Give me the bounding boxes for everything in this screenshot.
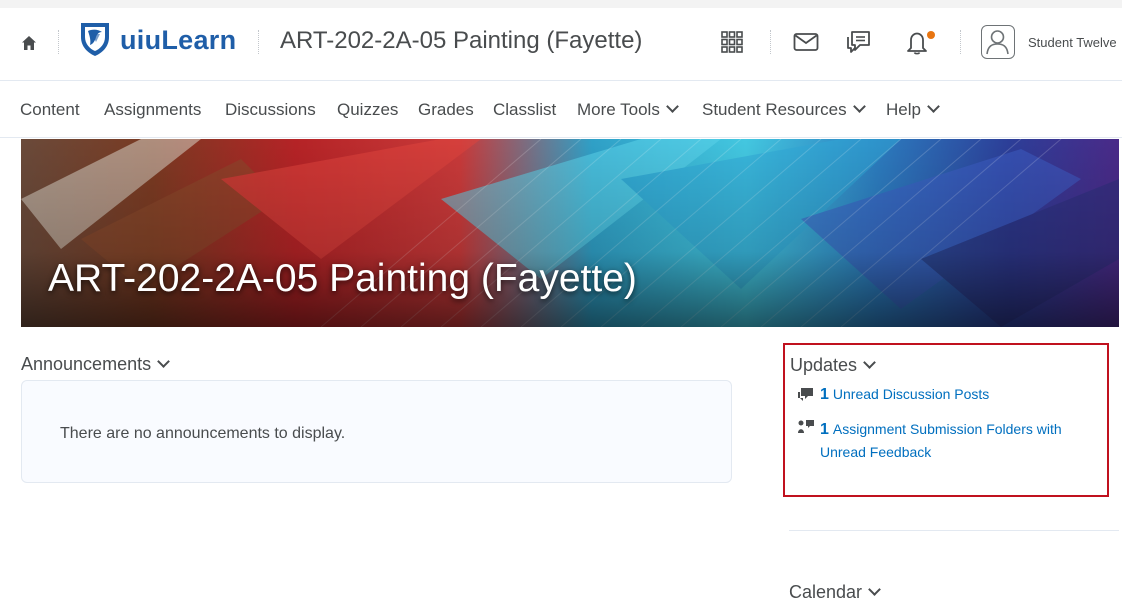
notification-dot (927, 31, 935, 39)
discussion-icon (798, 388, 813, 401)
user-name[interactable]: Student Twelve (1028, 35, 1117, 50)
mail-icon[interactable] (792, 28, 820, 56)
chevron-down-icon (665, 100, 679, 113)
nav-item-help[interactable]: Help (886, 100, 940, 120)
update-count: 1 (820, 421, 829, 438)
nav-item-quizzes[interactable]: Quizzes (337, 100, 398, 120)
divider (770, 30, 771, 54)
nav-label: Classlist (493, 100, 557, 119)
nav-item-grades[interactable]: Grades (418, 100, 474, 120)
nav-label: Quizzes (337, 100, 399, 119)
course-navbar: Content Assignments Discussions Quizzes … (0, 80, 1122, 138)
nav-label: Help (886, 100, 921, 119)
widget-divider (789, 530, 1119, 531)
nav-label: More Tools (577, 100, 660, 119)
nav-label: Grades (418, 100, 474, 119)
nav-item-assignments[interactable]: Assignments (104, 100, 201, 120)
brand-name[interactable]: uiuLearn (120, 25, 236, 56)
update-label-continued: Unread Feedback (820, 444, 932, 460)
updates-title: Updates (790, 355, 858, 375)
update-label: Assignment Submission Folders with (832, 421, 1062, 437)
nav-item-content[interactable]: Content (20, 100, 80, 120)
chevron-down-icon (927, 100, 940, 113)
unread-discussion-posts-link[interactable]: 1 Unread Discussion Posts (820, 386, 989, 404)
calendar-title: Calendar (789, 582, 863, 602)
shield-logo-icon[interactable] (78, 20, 112, 58)
home-icon[interactable] (20, 34, 38, 52)
chevron-down-icon (863, 356, 876, 369)
top-bar: uiuLearn ART-202-2A-05 Painting (Fayette… (0, 0, 1122, 80)
chevron-down-icon (852, 100, 866, 113)
announcements-title: Announcements (21, 354, 152, 374)
update-label: Unread Discussion Posts (832, 386, 990, 402)
nav-label: Student Resources (702, 100, 847, 119)
grid-icon[interactable] (718, 28, 746, 56)
nav-item-more-tools[interactable]: More Tools (577, 100, 679, 120)
chevron-down-icon (157, 355, 170, 368)
announcements-heading[interactable]: Announcements (21, 354, 170, 375)
chat-icon[interactable] (845, 28, 873, 56)
nav-item-student-resources[interactable]: Student Resources (702, 100, 866, 120)
assignment-feedback-link[interactable]: 1 Assignment Submission Folders with Unre… (820, 418, 1100, 463)
assignment-feedback-icon (798, 420, 814, 433)
updates-heading[interactable]: Updates (790, 355, 876, 376)
nav-label: Discussions (225, 100, 316, 119)
calendar-heading[interactable]: Calendar (789, 582, 881, 603)
divider (960, 30, 961, 54)
banner-title: ART-202-2A-05 Painting (Fayette) (48, 257, 637, 300)
course-selector[interactable]: ART-202-2A-05 Painting (Fayette) (280, 27, 642, 55)
nav-label: Content (20, 100, 80, 119)
divider (58, 30, 59, 54)
user-icon[interactable] (981, 25, 1015, 59)
announcements-panel: There are no announcements to display. (21, 380, 732, 483)
update-count: 1 (820, 386, 829, 403)
nav-item-discussions[interactable]: Discussions (225, 100, 316, 120)
nav-label: Assignments (104, 100, 202, 119)
nav-item-classlist[interactable]: Classlist (493, 100, 556, 120)
announcements-empty-message: There are no announcements to display. (60, 425, 346, 442)
divider (258, 30, 259, 54)
